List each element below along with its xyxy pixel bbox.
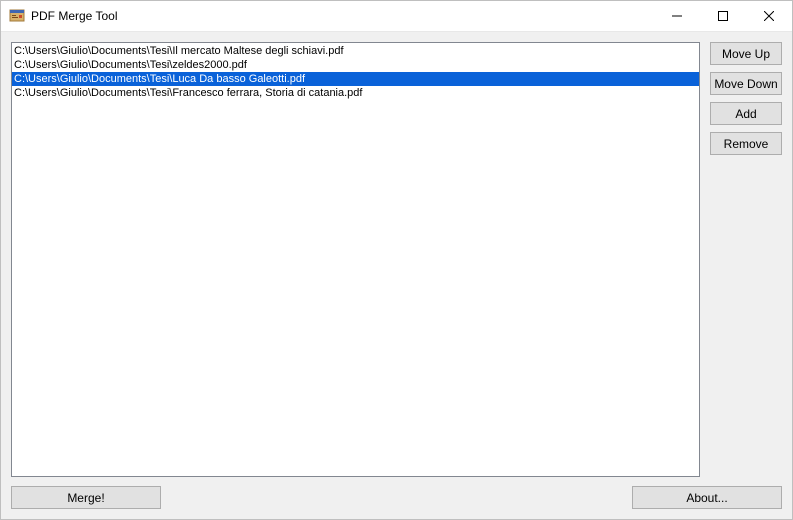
close-button[interactable] — [746, 1, 792, 31]
window-controls — [654, 1, 792, 31]
file-listbox[interactable]: C:\Users\Giulio\Documents\Tesi\Il mercat… — [11, 42, 700, 477]
minimize-button[interactable] — [654, 1, 700, 31]
client-area: C:\Users\Giulio\Documents\Tesi\Il mercat… — [1, 32, 792, 519]
list-item[interactable]: C:\Users\Giulio\Documents\Tesi\zeldes200… — [12, 58, 699, 72]
window-title: PDF Merge Tool — [31, 9, 117, 23]
remove-button[interactable]: Remove — [710, 132, 782, 155]
list-item[interactable]: C:\Users\Giulio\Documents\Tesi\Luca Da b… — [12, 72, 699, 86]
about-button[interactable]: About... — [632, 486, 782, 509]
side-buttons: Move Up Move Down Add Remove — [710, 42, 782, 477]
list-item[interactable]: C:\Users\Giulio\Documents\Tesi\Francesco… — [12, 86, 699, 100]
titlebar: PDF Merge Tool — [1, 1, 792, 32]
merge-button[interactable]: Merge! — [11, 486, 161, 509]
main-row: C:\Users\Giulio\Documents\Tesi\Il mercat… — [11, 42, 782, 477]
titlebar-left: PDF Merge Tool — [9, 8, 117, 24]
app-icon — [9, 8, 25, 24]
add-button[interactable]: Add — [710, 102, 782, 125]
app-window: PDF Merge Tool C:\Users\Giulio\Documents… — [0, 0, 793, 520]
maximize-button[interactable] — [700, 1, 746, 31]
list-item[interactable]: C:\Users\Giulio\Documents\Tesi\Il mercat… — [12, 44, 699, 58]
move-up-button[interactable]: Move Up — [710, 42, 782, 65]
bottom-row: Merge! About... — [11, 486, 782, 509]
move-down-button[interactable]: Move Down — [710, 72, 782, 95]
